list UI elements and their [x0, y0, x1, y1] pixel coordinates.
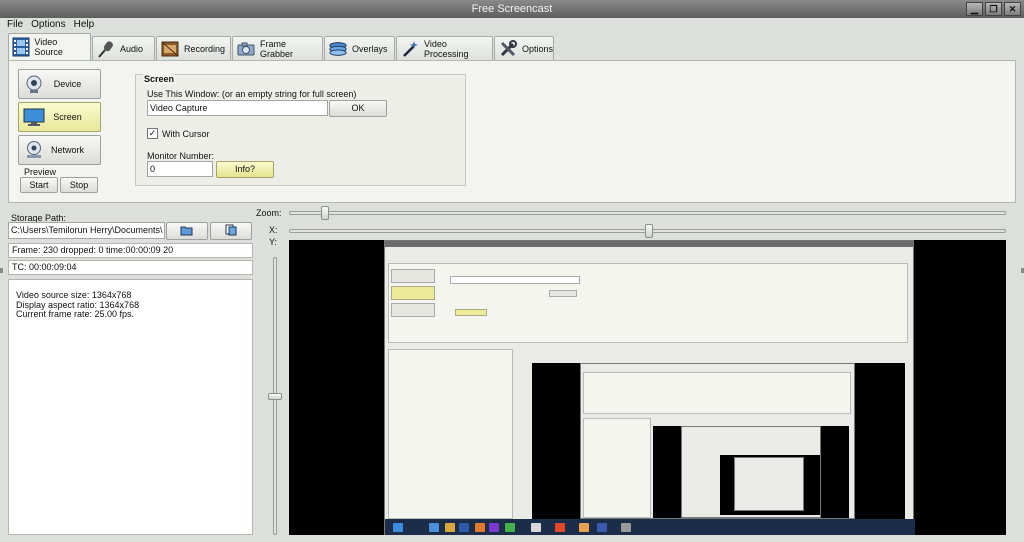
x-slider-thumb[interactable]: [645, 224, 653, 238]
screen-group-title: Screen: [143, 74, 176, 84]
storage-path-input[interactable]: C:\Users\Temilorun Herry\Documents\: [8, 222, 165, 239]
close-icon: ✕: [1008, 3, 1017, 14]
x-label: X:: [269, 225, 278, 235]
preview-label: Preview: [24, 167, 57, 177]
timecode-status: TC: 00:00:09:04: [8, 260, 253, 275]
tab-options[interactable]: Options: [494, 36, 554, 60]
window-name-input[interactable]: Video Capture: [147, 100, 328, 116]
microphone-icon: [96, 39, 116, 59]
frame-status: Frame: 230 dropped: 0 time:00:00:09 20: [8, 243, 253, 258]
start-button[interactable]: Start: [20, 177, 58, 193]
tab-label: Video Source: [34, 37, 63, 57]
minimize-icon: ▁: [971, 3, 978, 14]
title-bar: Free Screencast ▁ ❐ ✕: [0, 0, 1024, 18]
tab-frame-grabber[interactable]: Frame Grabber: [232, 36, 323, 60]
with-cursor-label: With Cursor: [162, 129, 210, 139]
source-info-box: Video source size: 1364x768 Display aspe…: [8, 279, 253, 535]
camera-icon: [236, 39, 256, 59]
monitor-number-label: Monitor Number:: [147, 151, 215, 161]
maximize-button[interactable]: ❐: [985, 2, 1002, 16]
captured-taskbar: [385, 519, 915, 535]
screen-label: Screen: [53, 112, 82, 122]
vertical-slider-thumb[interactable]: [268, 393, 282, 400]
close-button[interactable]: ✕: [1004, 2, 1021, 16]
magic-wand-icon: [400, 39, 420, 59]
tab-label: Options: [522, 43, 554, 54]
network-camera-icon: [23, 139, 45, 161]
video-preview: [289, 240, 1006, 535]
tools-icon: [498, 39, 518, 59]
layers-icon: [328, 39, 348, 59]
zoom-label: Zoom:: [256, 208, 282, 218]
tab-label: Frame Grabber: [260, 38, 294, 59]
checkmark-icon: ✓: [148, 128, 157, 138]
y-label: Y:: [269, 237, 278, 247]
tab-audio[interactable]: Audio: [92, 36, 155, 60]
network-label: Network: [50, 145, 84, 155]
tab-label: Audio: [120, 43, 144, 54]
menu-help[interactable]: Help: [70, 18, 99, 32]
tab-bar: Video Source Audio Recording Frame Grabb…: [8, 33, 555, 60]
film-reel-icon: [160, 39, 180, 59]
device-label: Device: [53, 79, 82, 89]
tab-recording[interactable]: Recording: [156, 36, 231, 60]
info-button[interactable]: Info?: [216, 161, 274, 178]
screen-button[interactable]: Screen: [18, 102, 101, 132]
captured-window-thumbnail: [384, 240, 915, 535]
minimize-button[interactable]: ▁: [966, 2, 983, 16]
restore-icon: ❐: [989, 3, 998, 14]
menu-options[interactable]: Options: [27, 18, 69, 32]
film-icon: [12, 37, 30, 57]
folder-open-icon: [180, 225, 194, 238]
zoom-slider[interactable]: [289, 211, 1006, 215]
with-cursor-checkbox[interactable]: ✓: [147, 128, 158, 139]
tab-label: Overlays: [352, 43, 388, 54]
network-button[interactable]: Network: [18, 135, 101, 165]
ok-button[interactable]: OK: [329, 100, 387, 117]
browse-folder-button[interactable]: [166, 222, 208, 240]
webcam-icon: [23, 73, 45, 95]
tab-video-source[interactable]: Video Source: [8, 33, 91, 60]
window-title: Free Screencast: [471, 3, 553, 15]
tab-video-processing[interactable]: Video Processing: [396, 36, 493, 60]
window-field-label: Use This Window: (or an empty string for…: [147, 89, 357, 99]
tab-label: Video Processing: [424, 38, 469, 59]
open-file-button[interactable]: [210, 222, 252, 240]
monitor-icon: [23, 106, 45, 128]
device-button[interactable]: Device: [18, 69, 101, 99]
resize-handle-left[interactable]: [0, 268, 3, 273]
tab-label: Recording: [184, 43, 226, 54]
video-source-panel: Device Screen Network Preview Start Stop…: [8, 60, 1016, 203]
screen-group: Screen Use This Window: (or an empty str…: [135, 74, 466, 186]
frame-rate-line: Current frame rate: 25.00 fps.: [16, 309, 135, 319]
monitor-number-input[interactable]: 0: [147, 161, 213, 177]
documents-icon: [224, 224, 238, 238]
tab-overlays[interactable]: Overlays: [324, 36, 395, 60]
zoom-slider-thumb[interactable]: [321, 206, 329, 220]
stop-button[interactable]: Stop: [60, 177, 98, 193]
menu-bar: File Options Help: [0, 18, 1024, 32]
menu-file[interactable]: File: [3, 18, 27, 32]
